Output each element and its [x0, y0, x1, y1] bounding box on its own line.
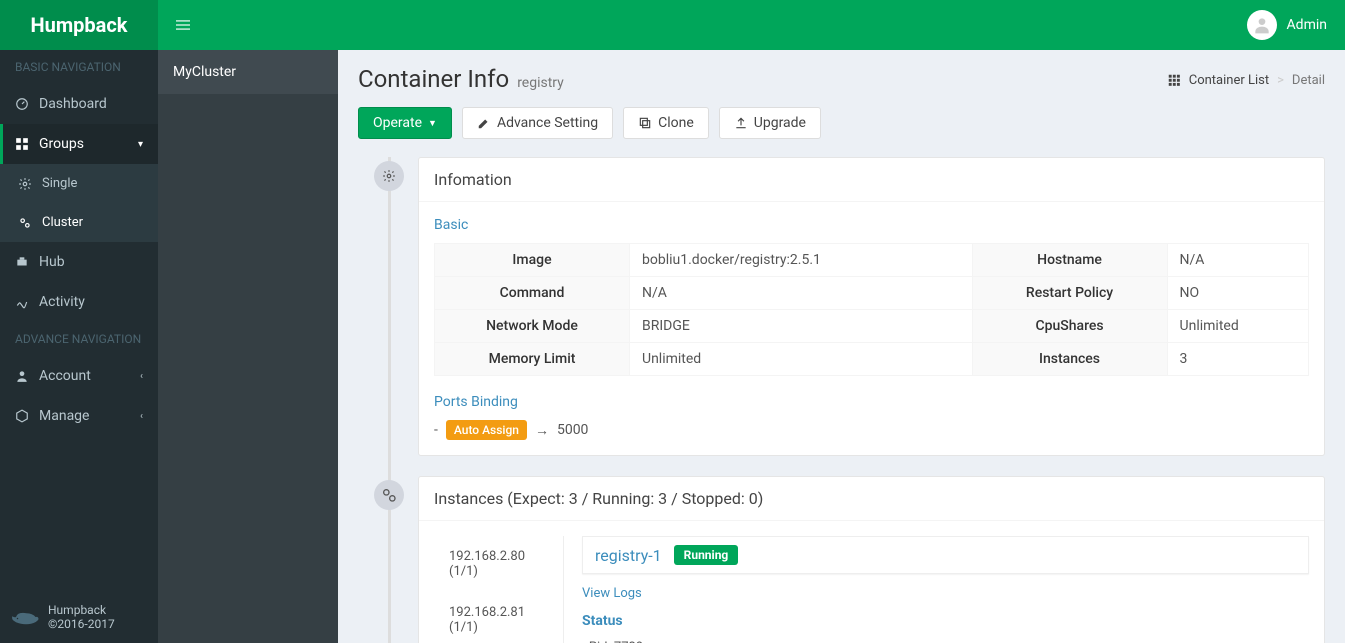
- button-label: Clone: [658, 115, 694, 131]
- hub-icon: [15, 255, 29, 269]
- page-title: Container Info: [358, 65, 509, 93]
- page-subtitle: registry: [517, 75, 564, 91]
- sidebar-item-label: Activity: [39, 294, 85, 310]
- chevron-left-icon: ‹: [140, 411, 143, 422]
- table-row: Image bobliu1.docker/registry:2.5.1 Host…: [435, 244, 1309, 277]
- hostname-label: Hostname: [972, 244, 1167, 277]
- gears-icon: [18, 216, 32, 230]
- chevron-left-icon: ‹: [140, 371, 143, 382]
- table-row: Command N/A Restart Policy NO: [435, 277, 1309, 310]
- sidebar-item-label: Groups: [39, 136, 84, 152]
- auto-assign-badge: Auto Assign: [446, 420, 527, 440]
- breadcrumb-current: Detail: [1292, 73, 1325, 88]
- nav-header-advance: ADVANCE NAVIGATION: [0, 322, 158, 356]
- grid-icon: [1167, 73, 1181, 87]
- footer-name: Humpback: [48, 603, 115, 617]
- sidebar-item-manage[interactable]: Manage ‹: [0, 396, 158, 436]
- sidebar-item-groups[interactable]: Groups ▾: [0, 124, 158, 164]
- breadcrumb-separator: >: [1277, 73, 1284, 88]
- user-name[interactable]: Admin: [1287, 17, 1327, 33]
- sidebar-item-cluster[interactable]: Cluster: [0, 203, 158, 242]
- panel-title-information: Infomation: [419, 158, 1324, 202]
- operate-button[interactable]: Operate ▼: [358, 107, 452, 139]
- sidebar-item-label: Single: [42, 176, 77, 191]
- section-ports-binding: Ports Binding: [434, 394, 1309, 410]
- dash: -: [434, 422, 438, 438]
- dashboard-icon: [15, 97, 29, 111]
- sidebar-item-label: Dashboard: [39, 96, 107, 112]
- restart-policy-label: Restart Policy: [972, 277, 1167, 310]
- user-icon: [15, 369, 29, 383]
- instance-name: registry-1: [595, 546, 662, 565]
- sidebar-item-activity[interactable]: Activity: [0, 282, 158, 322]
- status-badge: Running: [674, 545, 739, 565]
- status-title: Status: [582, 613, 1309, 629]
- image-value: bobliu1.docker/registry:2.5.1: [630, 244, 973, 277]
- network-mode-label: Network Mode: [435, 310, 630, 343]
- app-logo[interactable]: Humpback: [0, 0, 158, 50]
- command-value: N/A: [630, 277, 973, 310]
- upgrade-button[interactable]: Upgrade: [719, 107, 821, 139]
- instance-tab[interactable]: 192.168.2.80 (1/1): [434, 536, 563, 592]
- instances-value: 3: [1167, 343, 1308, 376]
- memory-limit-label: Memory Limit: [435, 343, 630, 376]
- button-label: Advance Setting: [497, 115, 598, 131]
- sidebar-item-label: Hub: [39, 254, 65, 270]
- breadcrumb-link[interactable]: Container List: [1189, 73, 1269, 88]
- upload-icon: [734, 116, 748, 130]
- basic-info-table: Image bobliu1.docker/registry:2.5.1 Host…: [434, 243, 1309, 376]
- whale-icon: [10, 605, 40, 629]
- sidebar-toggle-button[interactable]: [158, 0, 208, 50]
- table-row: Memory Limit Unlimited Instances 3: [435, 343, 1309, 376]
- advance-setting-button[interactable]: Advance Setting: [462, 107, 613, 139]
- gear-icon: [18, 177, 32, 191]
- cube-icon: [15, 409, 29, 423]
- groups-icon: [15, 137, 29, 151]
- nav-header-basic: BASIC NAVIGATION: [0, 50, 158, 84]
- footer-copyright: ©2016-2017: [48, 617, 115, 631]
- caret-down-icon: ▼: [428, 118, 437, 129]
- network-mode-value: BRIDGE: [630, 310, 973, 343]
- memory-limit-value: Unlimited: [630, 343, 973, 376]
- sidebar-item-hub[interactable]: Hub: [0, 242, 158, 282]
- status-pid: - Pid: 7728: [582, 637, 1309, 643]
- table-row: Network Mode BRIDGE CpuShares Unlimited: [435, 310, 1309, 343]
- sidebar-item-label: Manage: [39, 408, 89, 424]
- chevron-down-icon: ▾: [138, 139, 143, 150]
- view-logs-link[interactable]: View Logs: [582, 586, 1309, 601]
- clone-button[interactable]: Clone: [623, 107, 709, 139]
- panel-title-instances: Instances (Expect: 3 / Running: 3 / Stop…: [419, 477, 1324, 521]
- activity-icon: [15, 295, 29, 309]
- pencil-icon: [477, 116, 491, 130]
- hostname-value: N/A: [1167, 244, 1308, 277]
- avatar[interactable]: [1247, 10, 1277, 40]
- cpushares-value: Unlimited: [1167, 310, 1308, 343]
- sidebar-item-label: Cluster: [42, 215, 83, 230]
- breadcrumb: Container List > Detail: [1167, 73, 1325, 88]
- button-label: Upgrade: [754, 115, 806, 131]
- user-icon: [1252, 15, 1272, 35]
- clone-icon: [638, 116, 652, 130]
- instance-tab[interactable]: 192.168.2.81 (1/1): [434, 592, 563, 643]
- sidebar-item-label: Account: [39, 368, 91, 384]
- cpushares-label: CpuShares: [972, 310, 1167, 343]
- port-value: 5000: [557, 422, 588, 438]
- section-basic: Basic: [434, 217, 1309, 233]
- command-label: Command: [435, 277, 630, 310]
- arrow-icon: →: [535, 422, 549, 439]
- image-label: Image: [435, 244, 630, 277]
- gears-icon: [374, 480, 404, 510]
- instances-label: Instances: [972, 343, 1167, 376]
- hamburger-icon: [176, 18, 190, 32]
- port-binding-row: - Auto Assign → 5000: [434, 420, 1309, 440]
- sidebar-item-single[interactable]: Single: [0, 164, 158, 203]
- sidebar-item-account[interactable]: Account ‹: [0, 356, 158, 396]
- button-label: Operate: [373, 115, 422, 131]
- gear-icon: [374, 161, 404, 191]
- restart-policy-value: NO: [1167, 277, 1308, 310]
- subnav-item-mycluster[interactable]: MyCluster: [158, 50, 338, 94]
- sidebar-item-dashboard[interactable]: Dashboard: [0, 84, 158, 124]
